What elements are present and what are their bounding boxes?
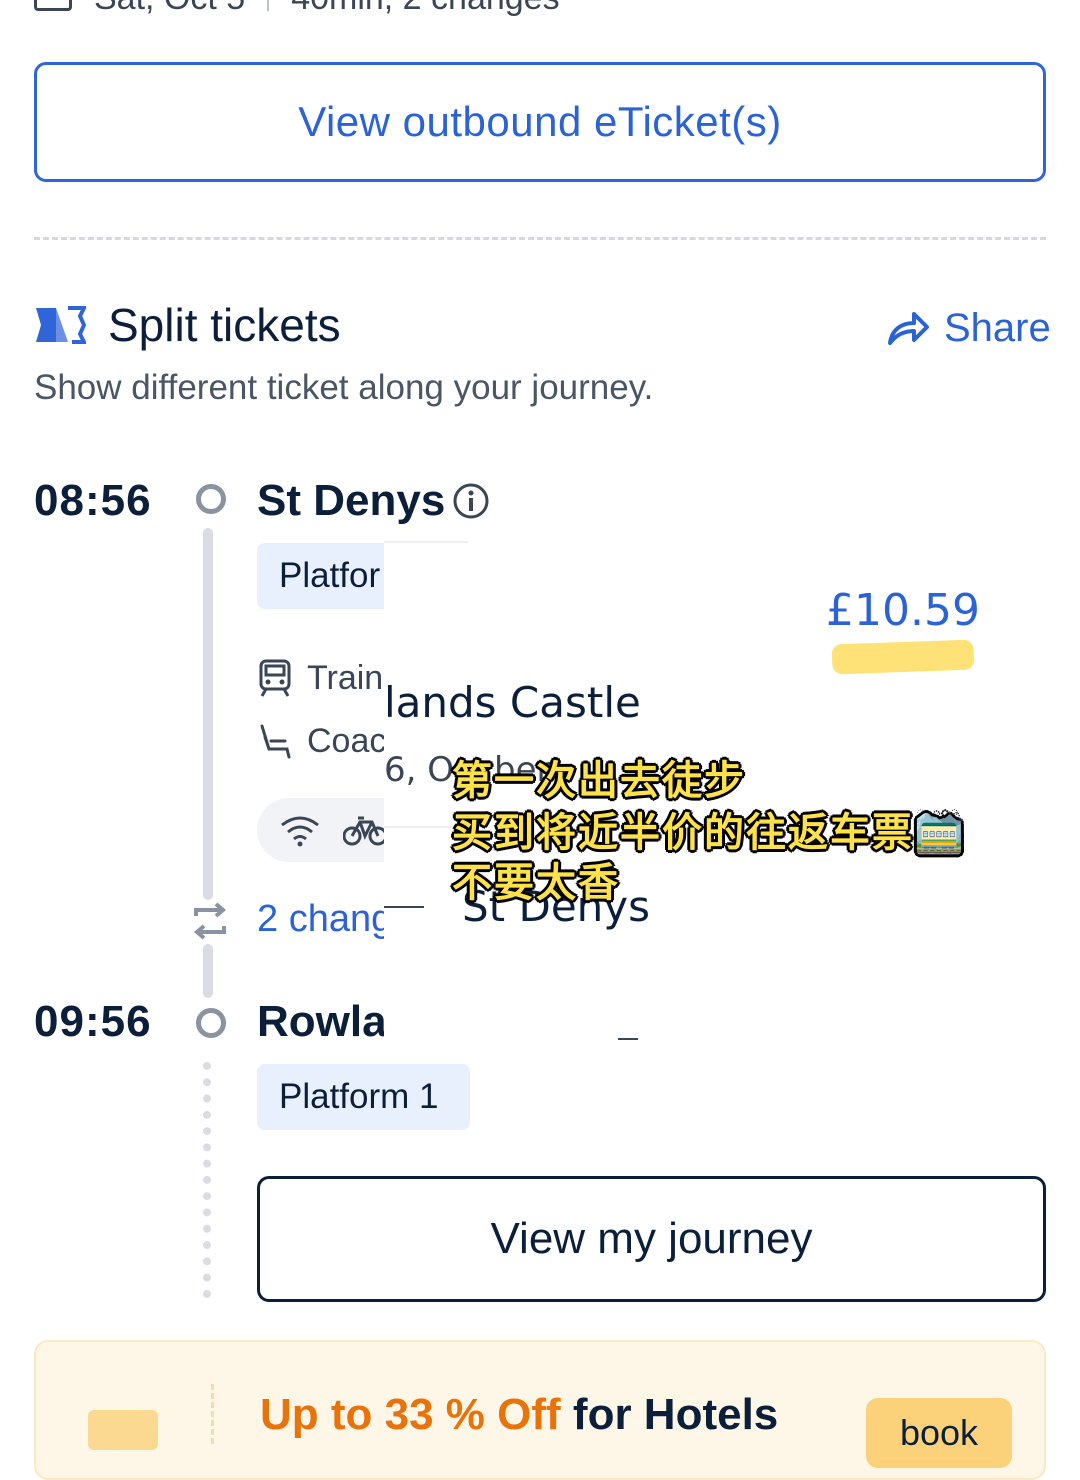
departure-dot [196,484,226,514]
section-divider [34,237,1046,240]
share-label: Share [944,306,1051,350]
arrival-platform-label: Platform 1 [279,1077,439,1116]
share-icon [888,311,929,345]
promo-text: Up to 33 % Off for Hotels [260,1390,778,1440]
train-label: Train [307,658,384,697]
summary-separator [267,0,270,11]
book-button[interactable]: book [866,1398,1012,1468]
timeline-dotted [203,1062,211,1298]
departure-time: 08:56 [34,476,152,525]
note-line-3: 不要太香 [452,860,620,906]
view-outbound-eticket-button[interactable]: View outbound eTicket(s) [34,62,1046,182]
split-ticket-icon [36,306,86,344]
arrival-dot [196,1008,226,1038]
arrival-platform: Platform 1 [257,1064,470,1130]
train-icon [259,659,291,697]
promo-rest: for Hotels [560,1390,779,1439]
overlay-mark [618,1038,638,1040]
trip-summary: Sat, Oct 5 40min, 2 changes [34,0,560,18]
split-tickets-title: Split tickets [108,299,341,351]
changes-link[interactable]: 2 chang [257,898,392,941]
coach-info: Coac [257,722,386,761]
promo-highlight: Up to 33 % Off [260,1390,561,1439]
trip-date: Sat, Oct 5 [94,0,245,18]
hotel-icon [88,1410,158,1450]
departure-station: St Denys [257,476,446,525]
split-tickets-subtitle: Show different ticket along your journey… [34,368,654,407]
share-button[interactable]: Share [886,306,1051,351]
seat-icon [260,724,291,758]
wifi-icon [281,816,319,847]
train-info: Train [257,658,383,698]
calendar-icon [34,0,72,11]
coach-label: Coac [307,722,387,760]
price: £10.59 [826,585,980,636]
note-line-1: 第一次出去徒步 [452,758,746,804]
overlay-arrow [384,906,424,908]
overlay-edge [384,541,468,543]
view-my-journey-button[interactable]: View my journey [257,1176,1046,1302]
change-icon [193,902,227,940]
price-highlight [831,639,975,675]
overlay-station: lands Castle [384,678,641,727]
info-icon[interactable] [452,482,490,520]
arrival-station: Rowla [257,997,387,1046]
departure-platform-label: Platfor [279,556,381,595]
trip-duration: 40min, 2 changes [291,0,559,18]
timeline-solid-lower [203,944,213,998]
promo-divider [211,1384,214,1444]
bicycle-icon [343,816,387,846]
timeline-solid [203,528,213,900]
arrival-time: 09:56 [34,997,152,1046]
